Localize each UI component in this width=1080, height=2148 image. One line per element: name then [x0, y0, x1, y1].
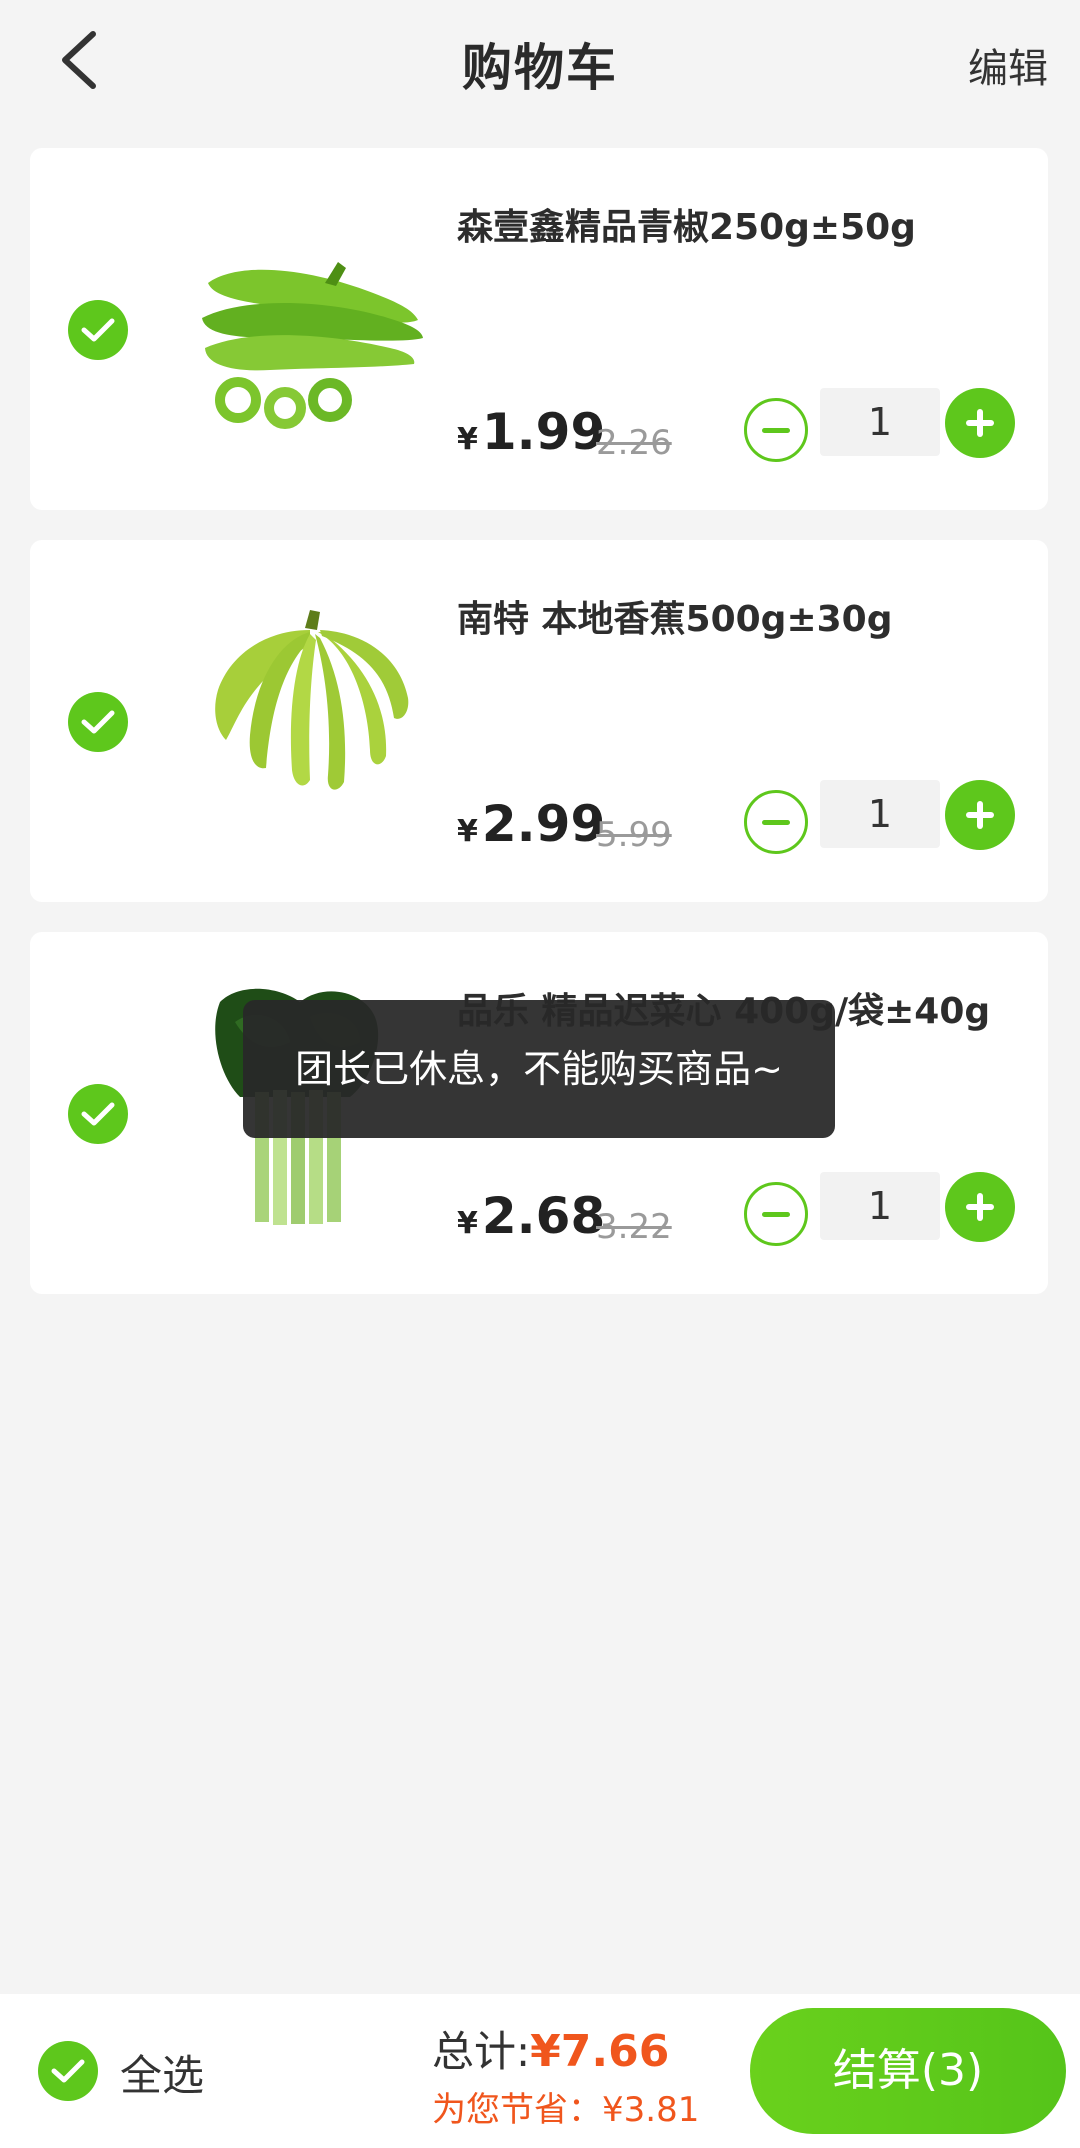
cart-item: 南特 本地香蕉500g±30g ¥ 2.99 5.99 1 — [30, 540, 1048, 902]
original-price: 3.22 — [596, 1207, 672, 1247]
quantity-field[interactable]: 1 — [820, 388, 940, 456]
item-checkbox[interactable] — [68, 1084, 128, 1144]
banana-image — [215, 610, 409, 790]
checkout-bar: 全选 总计:¥7.66 为您节省：¥3.81 结算(3) — [0, 1994, 1080, 2148]
increase-quantity-button[interactable] — [945, 1172, 1015, 1242]
decrease-quantity-button[interactable] — [744, 398, 808, 462]
currency-symbol: ¥ — [457, 814, 478, 849]
quantity-field[interactable]: 1 — [820, 780, 940, 848]
quantity-field[interactable]: 1 — [820, 1172, 940, 1240]
item-checkbox[interactable] — [68, 300, 128, 360]
total-amount: ¥7.66 — [530, 2026, 670, 2077]
green-pepper-image — [202, 262, 423, 429]
increase-quantity-button[interactable] — [945, 780, 1015, 850]
nav-header: 购物车 编辑 — [0, 0, 1080, 120]
currency-symbol: ¥ — [457, 1206, 478, 1241]
total-price: 总计:¥7.66 — [432, 2018, 669, 2079]
increase-quantity-button[interactable] — [945, 388, 1015, 458]
sale-price: ¥ 1.99 — [457, 403, 605, 461]
savings-text: 为您节省：¥3.81 — [432, 2090, 700, 2130]
sale-price: ¥ 2.68 — [457, 1187, 605, 1245]
price-value: 1.99 — [481, 403, 606, 461]
original-price: 2.26 — [596, 423, 672, 463]
check-icon — [81, 710, 115, 734]
sale-price: ¥ 2.99 — [457, 795, 605, 853]
price-value: 2.68 — [481, 1187, 606, 1245]
edit-button[interactable]: 编辑 — [968, 36, 1048, 94]
checkout-button[interactable]: 结算(3) — [750, 2008, 1066, 2134]
page-title: 购物车 — [462, 39, 618, 97]
price-value: 2.99 — [481, 795, 606, 853]
total-label: 总计: — [432, 2027, 531, 2076]
currency-symbol: ¥ — [457, 422, 478, 457]
decrease-quantity-button[interactable] — [744, 790, 808, 854]
original-price: 5.99 — [596, 815, 672, 855]
check-icon — [81, 318, 115, 342]
product-name[interactable]: 南特 本地香蕉500g±30g — [457, 590, 1037, 642]
check-icon — [51, 2059, 85, 2083]
select-all-label[interactable]: 全选 — [120, 2042, 204, 2103]
check-icon — [81, 1102, 115, 1126]
cart-item: 森壹鑫精品青椒250g±50g ¥ 1.99 2.26 1 — [30, 148, 1048, 510]
product-name[interactable]: 森壹鑫精品青椒250g±50g — [457, 198, 1037, 250]
select-all-checkbox[interactable] — [38, 2041, 98, 2101]
item-checkbox[interactable] — [68, 692, 128, 752]
toast-message: 团长已休息，不能购买商品~ — [243, 1000, 835, 1138]
decrease-quantity-button[interactable] — [744, 1182, 808, 1246]
